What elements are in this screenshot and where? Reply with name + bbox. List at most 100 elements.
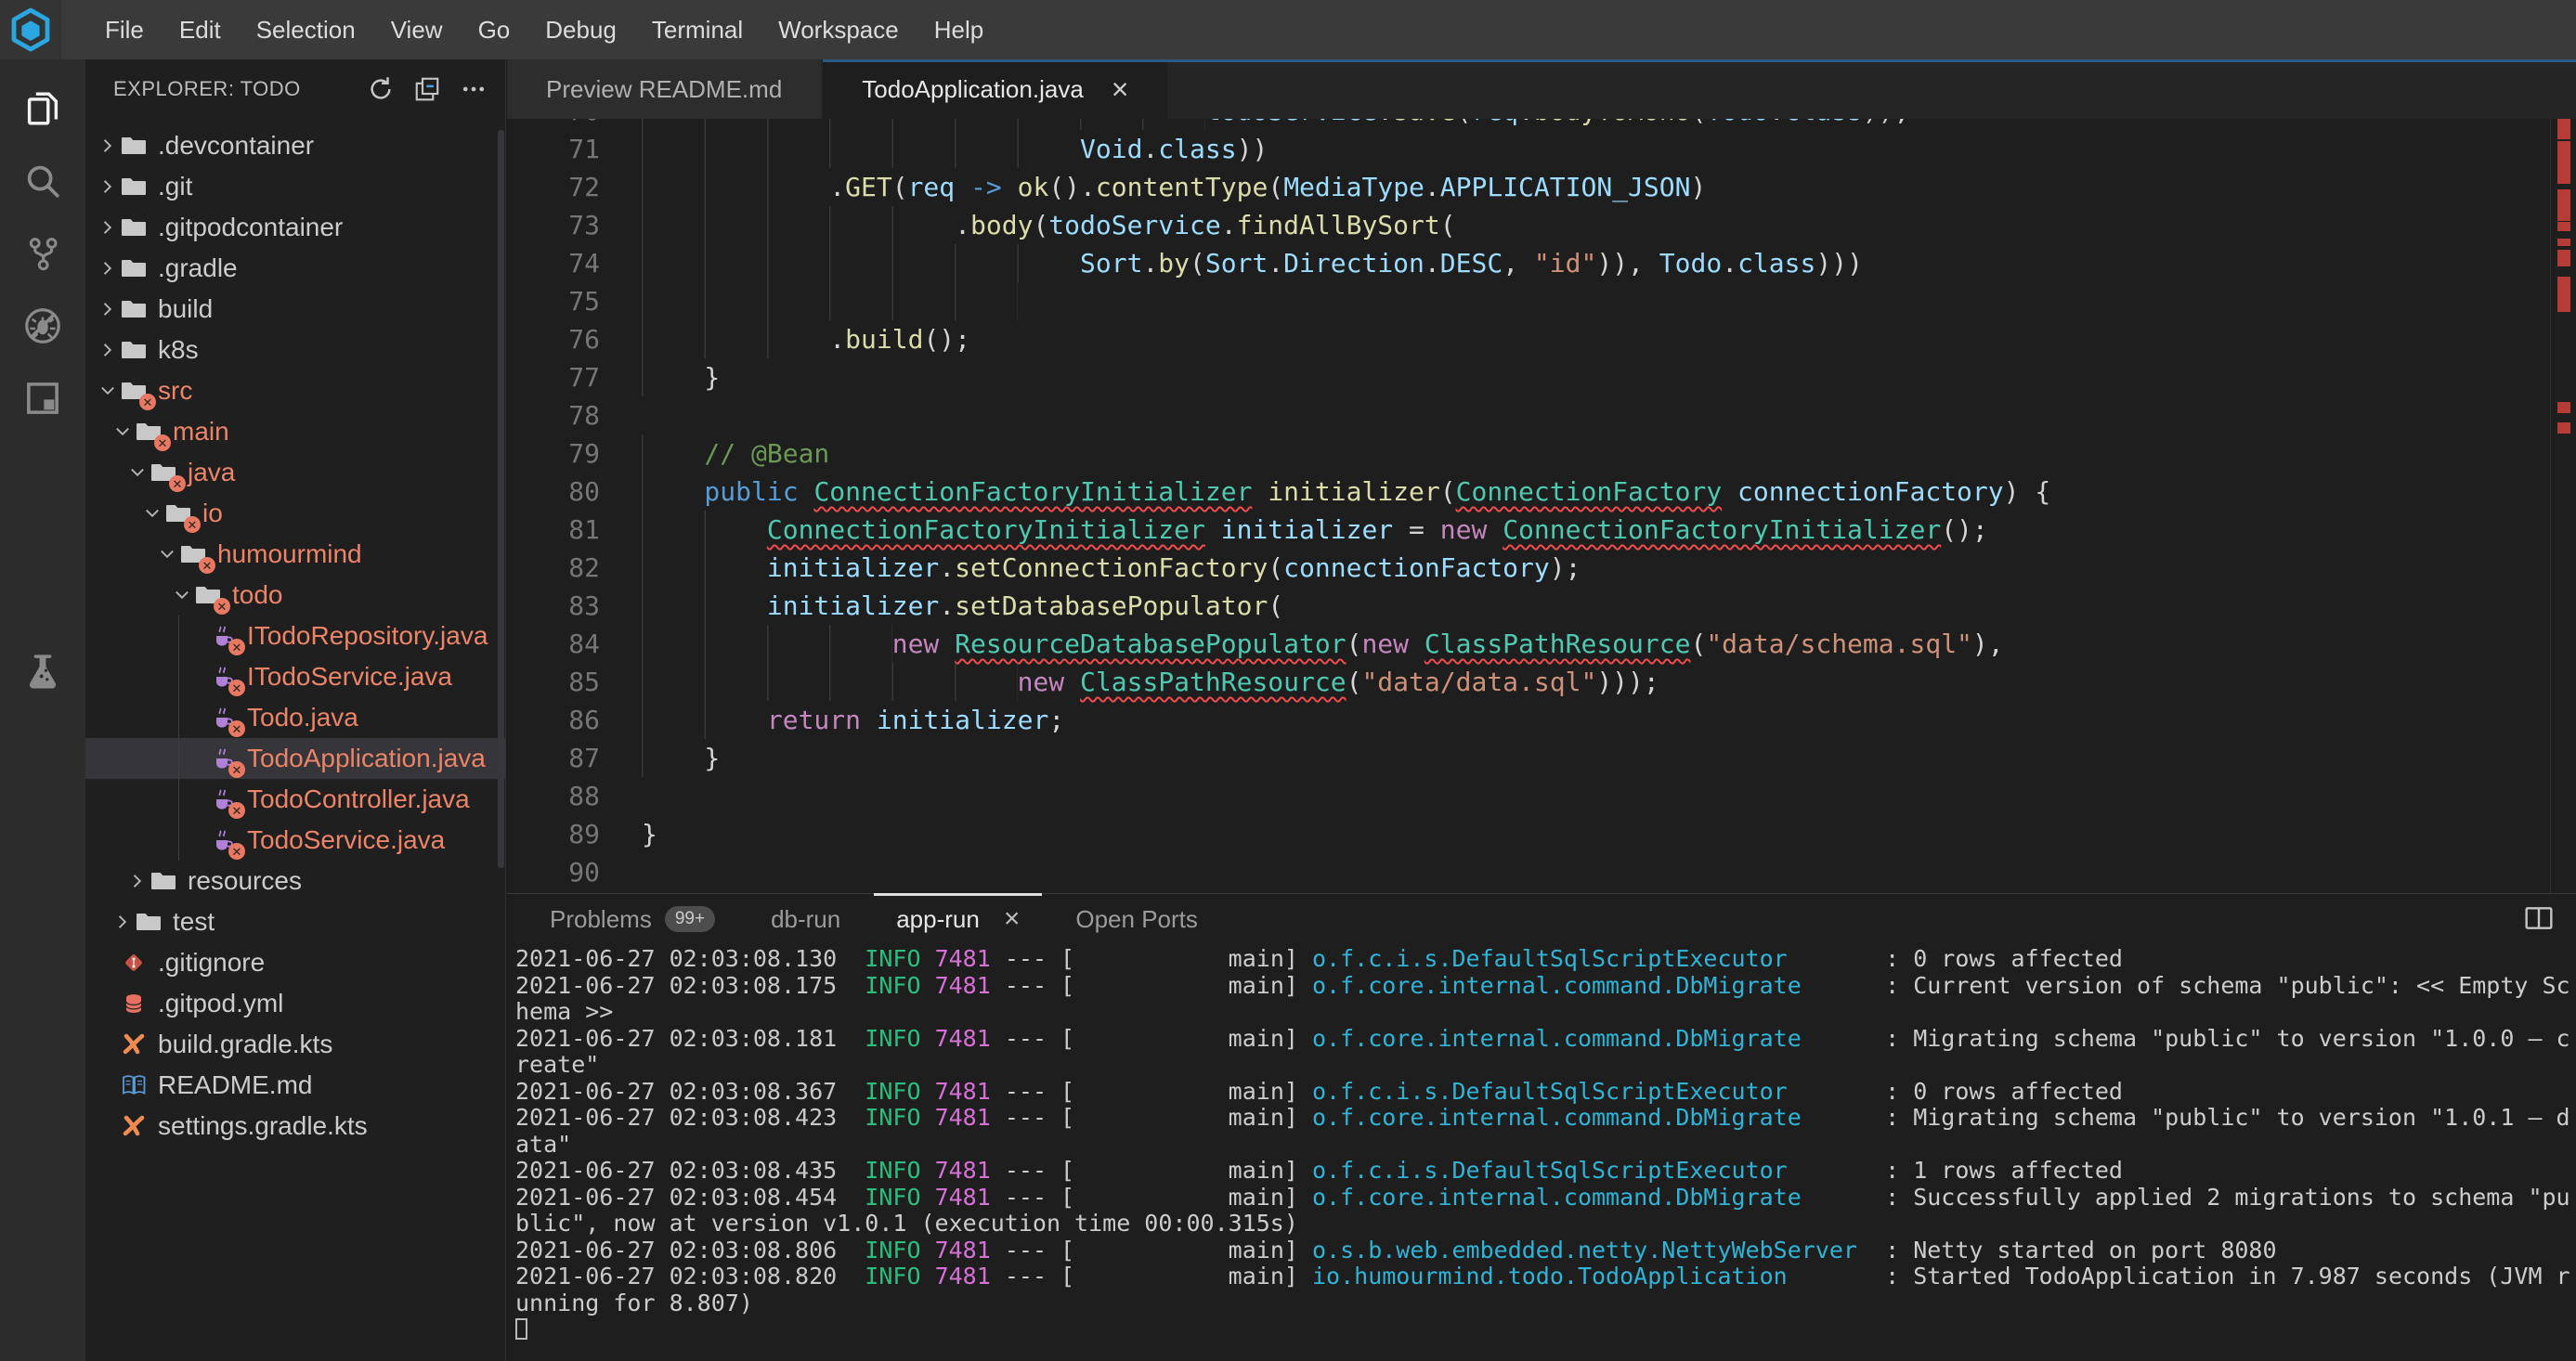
chevron-down-icon[interactable] — [97, 380, 119, 402]
log-text: --- [ main] — [991, 946, 1312, 972]
code-line-74[interactable]: 74Sort.by(Sort.Direction.DESC, "id")), T… — [507, 244, 2576, 282]
code-line-90[interactable]: 90 — [507, 853, 2576, 891]
code-token: todoService — [1205, 119, 1377, 126]
chevron-down-icon[interactable] — [111, 421, 134, 443]
sidebar-scrollbar[interactable] — [498, 130, 504, 868]
tree-item-resources[interactable]: resources — [85, 861, 505, 901]
files-icon[interactable] — [10, 72, 75, 145]
tree-item-main[interactable]: ✕main — [85, 411, 505, 452]
tree-item-build-gradle-kts[interactable]: build.gradle.kts — [85, 1024, 505, 1065]
overview-ruler[interactable] — [2550, 119, 2576, 893]
tree-item-humourmind[interactable]: ✕humourmind — [85, 534, 505, 575]
tree-item-src[interactable]: ✕src — [85, 370, 505, 411]
chevron-down-icon[interactable] — [156, 543, 178, 565]
tree-item-todocontroller-java[interactable]: ✕TodoController.java — [85, 779, 505, 820]
chevron-down-icon[interactable] — [126, 461, 149, 484]
code-line-73[interactable]: 73.body(todoService.findAllBySort( — [507, 206, 2576, 244]
code-token — [1002, 172, 1018, 202]
chevron-right-icon[interactable] — [97, 339, 119, 361]
code-line-72[interactable]: 72.GET(req -> ok().contentType(MediaType… — [507, 168, 2576, 206]
close-icon[interactable]: × — [1112, 74, 1129, 104]
close-icon[interactable]: × — [1004, 905, 1021, 933]
tree-item-todo[interactable]: ✕todo — [85, 575, 505, 616]
more-actions-icon[interactable] — [457, 72, 490, 106]
code-line-88[interactable]: 88 — [507, 777, 2576, 815]
code-line-80[interactable]: 80public ConnectionFactoryInitializer in… — [507, 473, 2576, 511]
terminal-output[interactable]: 2021-06-27 02:03:08.130 INFO 7481 --- [ … — [515, 946, 2576, 1361]
chevron-right-icon[interactable] — [97, 175, 119, 198]
tree-item-todoservice-java[interactable]: ✕TodoService.java — [85, 820, 505, 861]
code-line-85[interactable]: 85new ClassPathResource("data/data.sql")… — [507, 663, 2576, 701]
code-line-75[interactable]: 75 — [507, 282, 2576, 320]
tree-item-settings-gradle-kts[interactable]: settings.gradle.kts — [85, 1106, 505, 1147]
tree-item-readme-md[interactable]: README.md — [85, 1065, 505, 1106]
code-line-87[interactable]: 87} — [507, 739, 2576, 777]
search-icon[interactable] — [10, 145, 75, 217]
tree-item-io[interactable]: ✕io — [85, 493, 505, 534]
code-line-78[interactable]: 78 — [507, 396, 2576, 434]
tree-item-todo-java[interactable]: ✕Todo.java — [85, 697, 505, 738]
code-line-83[interactable]: 83initializer.setDatabasePopulator( — [507, 587, 2576, 625]
menu-debug[interactable]: Debug — [527, 16, 634, 45]
chevron-right-icon[interactable] — [97, 135, 119, 157]
tree-item-itodoservice-java[interactable]: ✕ITodoService.java — [85, 656, 505, 697]
chevron-right-icon[interactable] — [126, 870, 149, 892]
tab-todoapplication-java[interactable]: TodoApplication.java× — [823, 59, 1167, 119]
chevron-right-icon[interactable] — [111, 911, 134, 933]
panel-tab-problems[interactable]: Problems99+ — [522, 894, 743, 944]
chevron-right-icon[interactable] — [97, 257, 119, 279]
menu-selection[interactable]: Selection — [239, 16, 373, 45]
error-badge-icon: ✕ — [139, 394, 156, 410]
code-line-76[interactable]: 76.build(); — [507, 320, 2576, 358]
menu-view[interactable]: View — [373, 16, 461, 45]
collapse-all-icon[interactable] — [410, 72, 444, 106]
panel-tab-app-run[interactable]: app-run× — [868, 894, 1047, 944]
code-token: DESC — [1440, 248, 1503, 279]
tree-item-java[interactable]: ✕java — [85, 452, 505, 493]
chevron-right-icon[interactable] — [97, 298, 119, 320]
tree-item-devcontainer[interactable]: .devcontainer — [85, 125, 505, 166]
menu-edit[interactable]: Edit — [162, 16, 239, 45]
gitpod-logo-icon[interactable] — [0, 0, 61, 59]
tree-item-gradle[interactable]: .gradle — [85, 248, 505, 289]
code-line-79[interactable]: 79// @Bean — [507, 434, 2576, 473]
tree-item-test[interactable]: test — [85, 901, 505, 942]
menu-terminal[interactable]: Terminal — [634, 16, 761, 45]
code-token — [955, 172, 970, 202]
menu-file[interactable]: File — [87, 16, 162, 45]
code-token — [1409, 629, 1425, 659]
menu-go[interactable]: Go — [461, 16, 528, 45]
code-line-71[interactable]: 71Void.class)) — [507, 130, 2576, 168]
tree-item-todoapplication-java[interactable]: ✕TodoApplication.java — [85, 738, 505, 779]
test-flask-icon[interactable] — [10, 637, 75, 709]
refresh-icon[interactable] — [364, 72, 397, 106]
source-control-icon[interactable] — [10, 217, 75, 290]
code-line-81[interactable]: 81ConnectionFactoryInitializer initializ… — [507, 511, 2576, 549]
chevron-right-icon[interactable] — [97, 216, 119, 239]
code-editor[interactable]: 70todoService.save(req.bodyToMono(Todo.c… — [507, 119, 2576, 893]
panel-tab-open-ports[interactable]: Open Ports — [1047, 894, 1226, 944]
code-line-77[interactable]: 77} — [507, 358, 2576, 396]
tree-item-gitignore[interactable]: .gitignore — [85, 942, 505, 983]
debug-icon[interactable] — [10, 290, 75, 362]
tree-item-gitpodcontainer[interactable]: .gitpodcontainer — [85, 207, 505, 248]
code-line-89[interactable]: 89} — [507, 815, 2576, 853]
menu-help[interactable]: Help — [917, 16, 1001, 45]
code-line-70[interactable]: 70todoService.save(req.bodyToMono(Todo.c… — [507, 119, 2576, 130]
tree-item-label: build — [158, 294, 213, 324]
code-line-86[interactable]: 86return initializer; — [507, 701, 2576, 739]
chevron-down-icon[interactable] — [141, 502, 163, 525]
code-line-84[interactable]: 84new ResourceDatabasePopulator(new Clas… — [507, 625, 2576, 663]
tree-item-itodorepository-java[interactable]: ✕ITodoRepository.java — [85, 616, 505, 656]
split-panel-icon[interactable] — [2524, 905, 2554, 936]
chevron-down-icon[interactable] — [171, 584, 193, 606]
panel-tab-db-run[interactable]: db-run — [743, 894, 868, 944]
tree-item-build[interactable]: build — [85, 289, 505, 330]
menu-workspace[interactable]: Workspace — [761, 16, 917, 45]
tab-preview-readme-md[interactable]: Preview README.md — [507, 59, 821, 119]
tree-item-gitpod-yml[interactable]: .gitpod.yml — [85, 983, 505, 1024]
tree-item-k8s[interactable]: k8s — [85, 330, 505, 370]
tree-item-git[interactable]: .git — [85, 166, 505, 207]
code-line-82[interactable]: 82initializer.setConnectionFactory(conne… — [507, 549, 2576, 587]
plugins-icon[interactable] — [10, 362, 75, 434]
